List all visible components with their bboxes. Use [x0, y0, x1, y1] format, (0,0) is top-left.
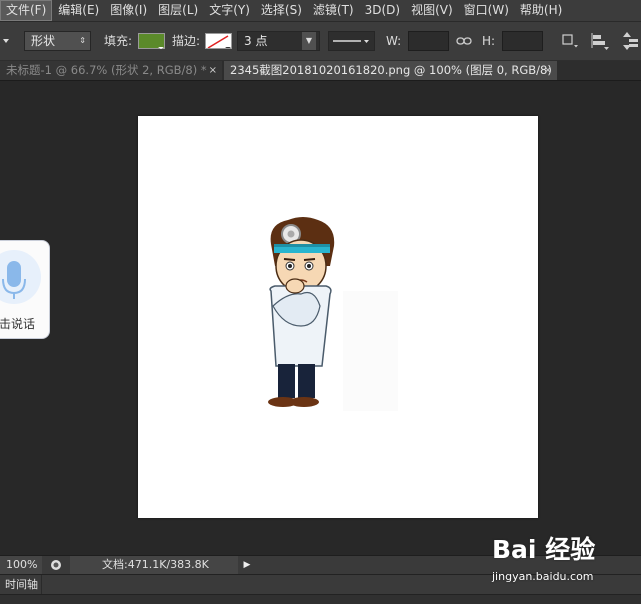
baidu-jingyan-watermark: Bai 经验 jingyan.baidu.com [492, 530, 632, 590]
height-label: H: [482, 34, 496, 48]
stroke-width-field[interactable]: 3 点 ▼ [237, 31, 320, 51]
menu-type[interactable]: 文字(Y) [204, 0, 255, 21]
path-arrangement-button[interactable] [619, 31, 641, 51]
chain-link-icon [456, 37, 472, 45]
stroke-type-select[interactable] [328, 31, 375, 51]
tool-preset-arrow-icon [3, 39, 9, 43]
tab-label: 未标题-1 @ 66.7% (形状 2, RGB/8) * [6, 63, 207, 77]
watermark-logo: Bai 经验 [492, 535, 596, 564]
menu-filter[interactable]: 滤镜(T) [308, 0, 359, 21]
width-label: W: [386, 34, 402, 48]
menu-select[interactable]: 选择(S) [256, 0, 307, 21]
width-input[interactable] [408, 31, 449, 51]
path-alignment-button[interactable] [589, 31, 611, 51]
height-input[interactable] [502, 31, 543, 51]
path-operations-button[interactable] [560, 31, 580, 51]
menu-bar: 文件(F) 编辑(E) 图像(I) 图层(L) 文字(Y) 选择(S) 滤镜(T… [0, 0, 641, 22]
stroke-width-value: 3 点 [244, 34, 268, 48]
solid-line-icon [333, 40, 369, 43]
no-color-slash-icon [207, 35, 231, 48]
chevron-down-icon: ▼ [302, 32, 316, 50]
document-canvas[interactable] [138, 116, 538, 518]
microphone-icon [0, 250, 41, 304]
doctor-cartoon-image [268, 217, 398, 411]
path-operations-icon [562, 34, 578, 48]
timeline-tab[interactable]: 时间轴 [0, 575, 42, 594]
stroke-color-swatch[interactable] [205, 33, 232, 49]
menu-3d[interactable]: 3D(D) [360, 0, 405, 21]
close-icon[interactable]: × [544, 61, 552, 80]
zoom-level[interactable]: 100% [0, 556, 42, 574]
tab-label: 2345截图20181020161820.png @ 100% (图层 0, R… [230, 63, 552, 77]
spinner-icon: ⇕ [79, 36, 86, 45]
options-bar: 形状 ⇕ 填充: 描边: 3 点 ▼ W: H: [0, 22, 641, 61]
link-icon[interactable] [455, 31, 473, 51]
fill-color-swatch[interactable] [138, 33, 165, 49]
tab-screenshot-png[interactable]: 2345截图20181020161820.png @ 100% (图层 0, R… [224, 61, 557, 80]
tab-untitled-1[interactable]: 未标题-1 @ 66.7% (形状 2, RGB/8) * × [0, 61, 222, 80]
document-tabs: 未标题-1 @ 66.7% (形状 2, RGB/8) * × 2345截图20… [0, 61, 641, 81]
fill-label: 填充: [104, 34, 133, 48]
menu-help[interactable]: 帮助(H) [515, 0, 567, 21]
path-arrangement-icon [623, 32, 638, 50]
menu-edit[interactable]: 编辑(E) [53, 0, 104, 21]
tool-mode-select[interactable]: 形状 ⇕ [24, 31, 91, 51]
tool-mode-value: 形状 [31, 34, 56, 48]
canvas-workspace[interactable]: 击说话 [0, 81, 641, 555]
bottom-panel-strip [0, 594, 641, 604]
close-icon[interactable]: × [209, 61, 217, 80]
voice-widget-label: 击说话 [0, 317, 36, 331]
status-info-button[interactable] [48, 558, 64, 572]
photoshop-window: 文件(F) 编辑(E) 图像(I) 图层(L) 文字(Y) 选择(S) 滤镜(T… [0, 0, 641, 604]
menu-image[interactable]: 图像(I) [105, 0, 152, 21]
stroke-label: 描边: [172, 34, 201, 48]
tool-preset-picker[interactable] [0, 31, 12, 51]
menu-layer[interactable]: 图层(L) [153, 0, 203, 21]
path-alignment-icon [591, 33, 609, 50]
watermark-url: jingyan.baidu.com [492, 570, 594, 583]
dropdown-corner-icon [158, 47, 164, 49]
menu-window[interactable]: 窗口(W) [459, 0, 514, 21]
menu-file[interactable]: 文件(F) [0, 0, 53, 21]
document-info: 文档:471.1K/383.8K [70, 556, 238, 574]
refresh-icon [51, 560, 61, 570]
menu-view[interactable]: 视图(V) [406, 0, 458, 21]
voice-input-widget[interactable]: 击说话 [0, 240, 50, 339]
status-menu-arrow-icon[interactable]: ▶ [240, 556, 254, 574]
